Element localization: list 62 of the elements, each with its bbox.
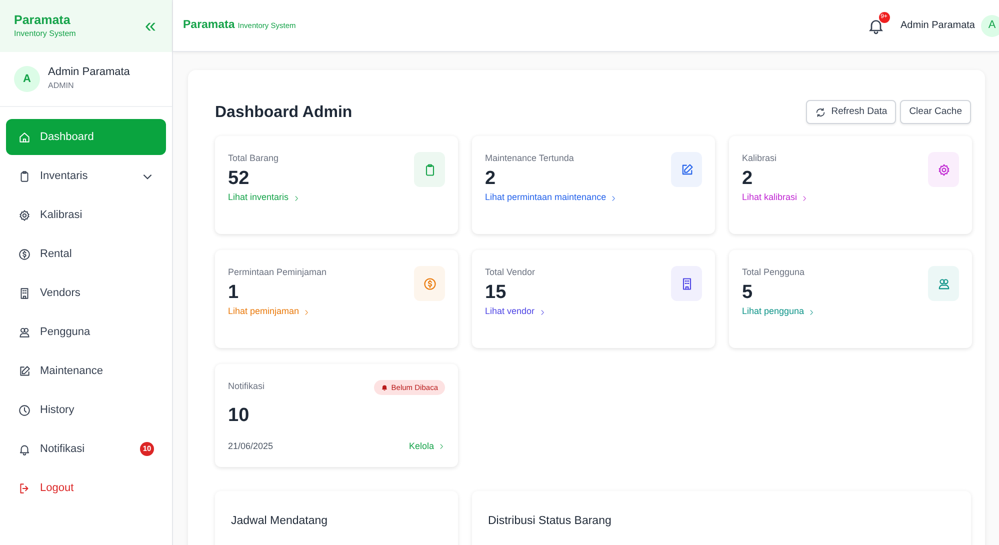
card-label: Notifikasi xyxy=(228,380,265,394)
panel-title: Distribusi Status Barang xyxy=(488,514,612,530)
edit-icon xyxy=(680,162,694,177)
sidebar-item[interactable]: Rental xyxy=(6,236,166,272)
card-value: 5 xyxy=(742,280,754,305)
card-link[interactable]: Lihat vendor xyxy=(485,305,671,319)
card-label: Total Barang xyxy=(228,152,280,166)
chevron-right-icon xyxy=(438,442,445,450)
sidebar-item[interactable]: Logout xyxy=(6,470,166,506)
bell-icon xyxy=(381,384,388,392)
card-link[interactable]: Lihat pengguna xyxy=(742,305,928,319)
sidebar-item[interactable]: Kalibrasi xyxy=(6,197,166,233)
card-label: Permintaan Peminjaman xyxy=(228,266,328,280)
card-value: 1 xyxy=(228,280,240,305)
chevron-right-icon xyxy=(808,308,816,316)
card-label: Kalibrasi xyxy=(742,152,778,166)
chevron-right-icon xyxy=(303,308,310,316)
chevron-right-icon xyxy=(292,194,300,202)
chevron-right-icon xyxy=(801,194,808,202)
sidebar-item[interactable]: Maintenance xyxy=(6,353,166,389)
dollar-icon xyxy=(422,276,436,291)
card-value: 15 xyxy=(485,280,508,305)
user-avatar: A xyxy=(14,66,40,92)
gear-icon xyxy=(18,208,31,222)
card-date: 21/06/2025 xyxy=(228,440,274,453)
user-name: Admin Paramata xyxy=(48,66,130,80)
page-title: Dashboard Admin xyxy=(215,102,352,122)
card-value: 2 xyxy=(742,166,754,191)
sidebar-item[interactable]: Vendors xyxy=(6,275,166,311)
brand-subtitle: Inventory System xyxy=(14,28,76,40)
card-link[interactable]: Lihat kalibrasi xyxy=(742,191,928,205)
users-icon xyxy=(936,276,950,291)
clear-cache-button[interactable]: Clear Cache xyxy=(900,100,971,124)
card-value: 10 xyxy=(228,404,250,428)
card-label: Maintenance Tertunda xyxy=(485,152,575,166)
logout-icon xyxy=(18,482,31,494)
card-value: 52 xyxy=(228,166,250,191)
chevron-right-icon xyxy=(610,194,618,202)
user-role: ADMIN xyxy=(48,80,75,92)
dollar-icon xyxy=(18,248,31,260)
card-label: Total Vendor xyxy=(485,266,536,280)
clipboard-icon xyxy=(18,170,31,182)
card-link[interactable]: Lihat permintaan maintenance xyxy=(485,191,671,205)
brand-name: Paramata xyxy=(183,18,235,33)
card-value: 2 xyxy=(485,166,497,191)
chevron-right-icon xyxy=(538,308,546,316)
edit-icon xyxy=(18,364,31,378)
home-icon xyxy=(18,130,31,144)
refresh-button[interactable]: Refresh Data xyxy=(806,100,896,124)
brand-name: Paramata xyxy=(14,12,72,28)
panel-title: Jadwal Mendatang xyxy=(231,514,329,530)
card-label: Total Pengguna xyxy=(742,266,806,280)
users-icon xyxy=(18,326,31,338)
sidebar-item[interactable]: History xyxy=(6,392,166,428)
user-name[interactable]: Admin Paramata xyxy=(900,18,975,33)
sidebar-item[interactable]: Pengguna xyxy=(6,314,166,350)
refresh-icon xyxy=(815,106,826,118)
sidebar-item[interactable]: Inventaris xyxy=(6,158,166,194)
clock-icon xyxy=(18,404,31,416)
gear-icon xyxy=(936,162,950,177)
building-icon xyxy=(18,286,31,300)
bell-icon xyxy=(18,442,31,456)
